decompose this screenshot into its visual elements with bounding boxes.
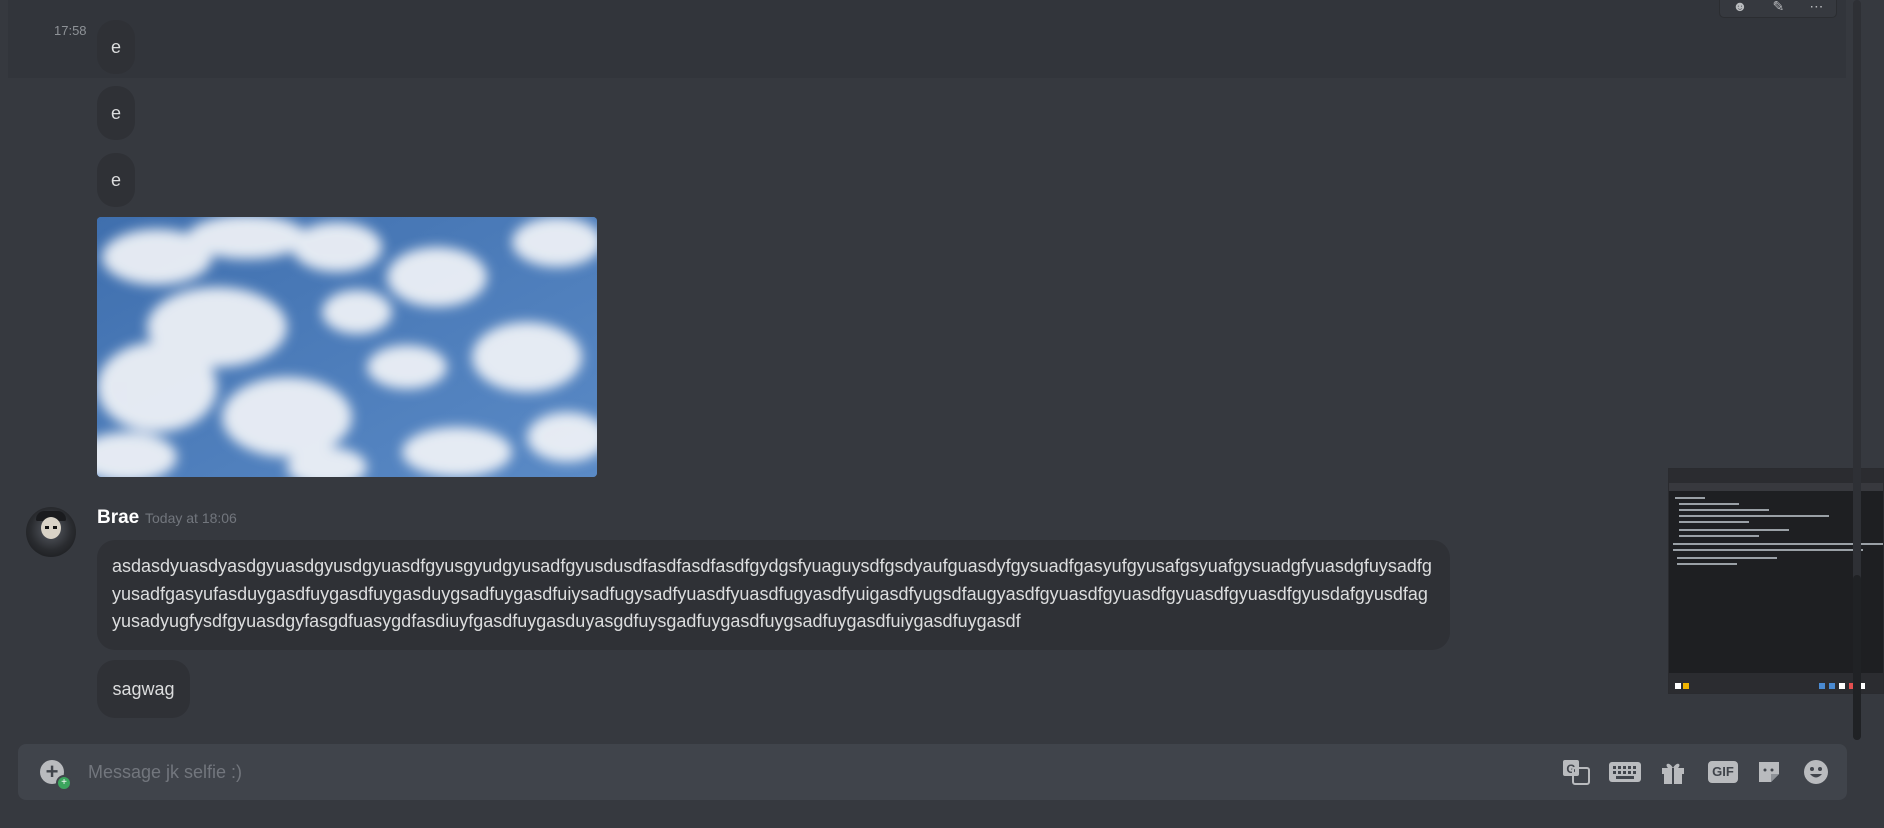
message-bubble[interactable]: asdasdyuasdyasdgyuasdgyusdgyuasdfgyusgyu… <box>97 540 1450 650</box>
emoji-icon[interactable] <box>1802 758 1830 786</box>
message-timestamp: 17:58 <box>54 23 87 38</box>
message-text: e <box>110 37 121 57</box>
author-username[interactable]: Brae <box>97 507 139 529</box>
keyboard-icon[interactable] <box>1608 758 1642 786</box>
sticker-icon[interactable] <box>1755 758 1783 786</box>
plus-badge-icon: + <box>56 775 72 791</box>
hovered-message-row[interactable]: 17:58 ☻ ✎ ⋯ <box>8 0 1846 78</box>
image-attachment[interactable] <box>97 217 597 477</box>
message-text: sagwag <box>112 679 175 699</box>
message-action-toolbar: ☻ ✎ ⋯ <box>1719 0 1837 18</box>
sky-clouds-image <box>97 217 597 477</box>
gif-label: GIF <box>1708 761 1738 783</box>
screen-share-preview[interactable] <box>1668 468 1884 694</box>
more-icon[interactable]: ⋯ <box>1809 0 1823 13</box>
chat-view: 17:58 ☻ ✎ ⋯ e e e Brae Today at 18:06 as… <box>0 0 1884 828</box>
translate-icon[interactable]: G <box>1561 758 1591 786</box>
gift-icon[interactable] <box>1659 758 1687 786</box>
avatar[interactable] <box>26 507 76 557</box>
message-text: e <box>110 103 121 123</box>
message-composer: + + G <box>18 744 1847 800</box>
message-bubble[interactable]: e <box>97 86 135 140</box>
message-bubble[interactable]: e <box>97 153 135 207</box>
message-timestamp: Today at 18:06 <box>145 510 237 526</box>
message-input[interactable] <box>88 744 1538 800</box>
scrollbar-thumb[interactable] <box>1853 575 1861 740</box>
message-bubble[interactable]: sagwag <box>97 660 190 718</box>
reaction-icon[interactable]: ☻ <box>1733 0 1748 13</box>
message-text: asdasdyuasdyasdgyuasdgyusdgyuasdfgyusgyu… <box>112 556 1432 631</box>
edit-icon[interactable]: ✎ <box>1772 0 1784 13</box>
message-bubble[interactable]: e <box>97 20 135 74</box>
message-text: e <box>110 170 121 190</box>
gif-icon[interactable]: GIF <box>1707 758 1739 786</box>
